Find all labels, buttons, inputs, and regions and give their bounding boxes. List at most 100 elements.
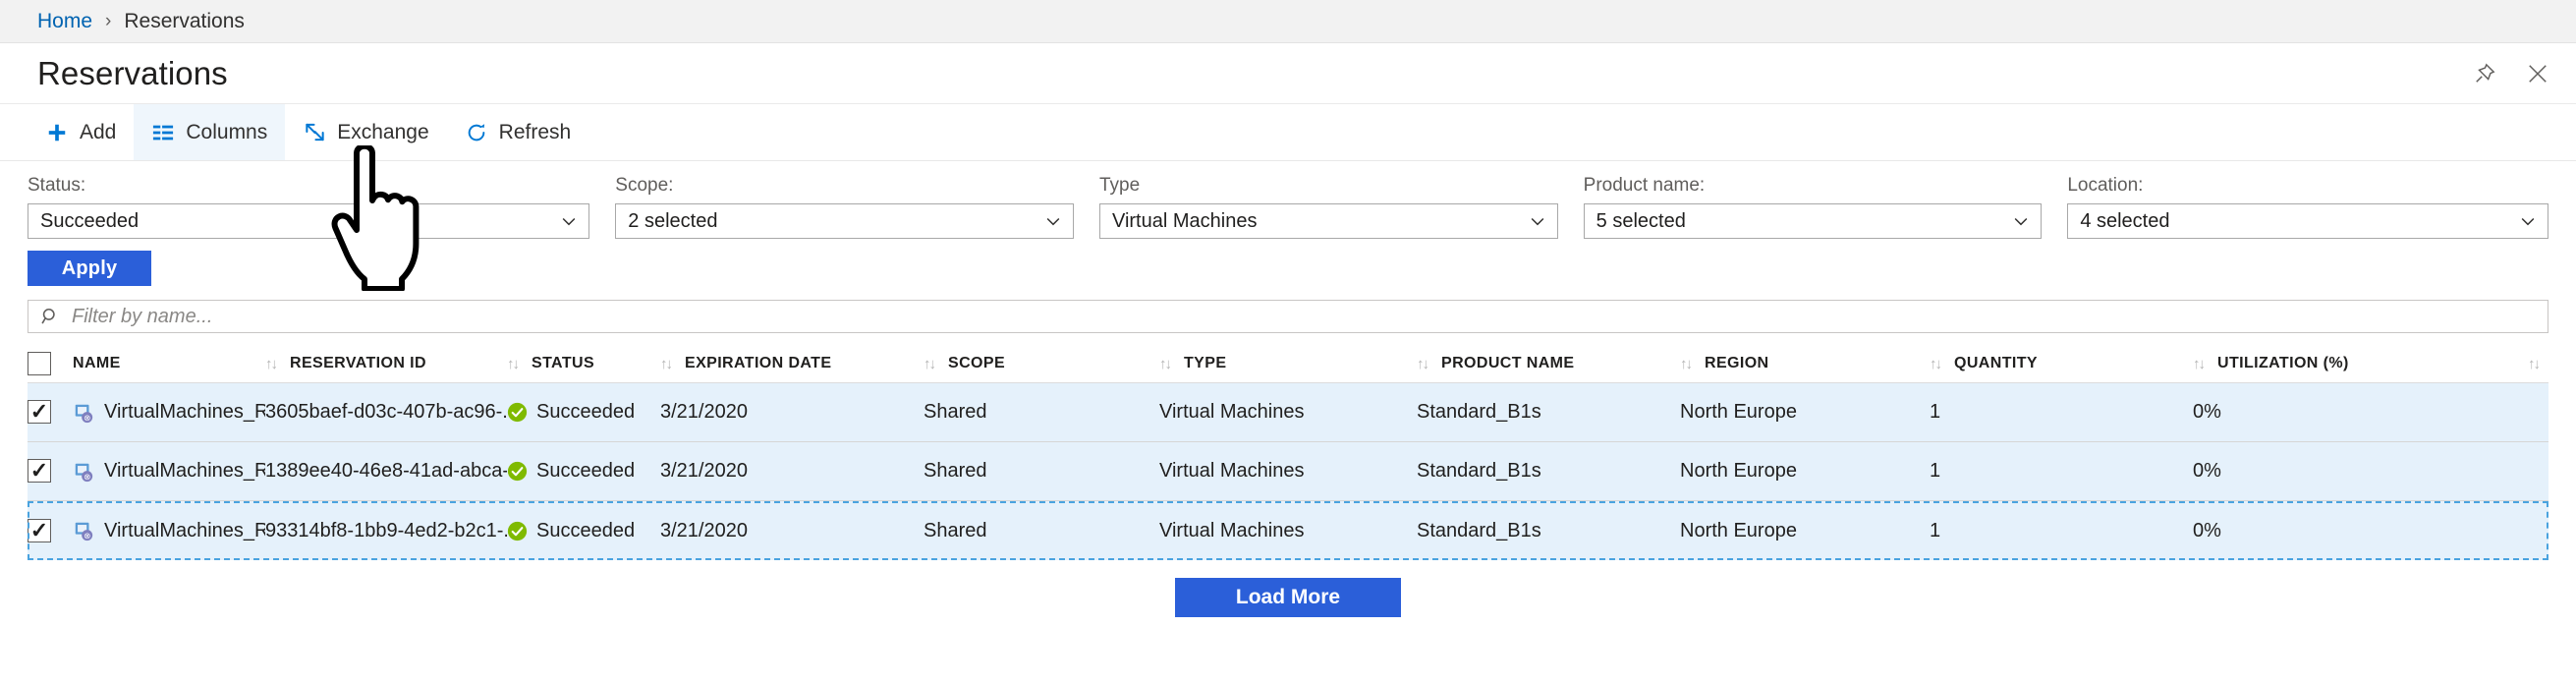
svg-text:⊗: ⊗ — [84, 472, 90, 481]
cell-expiration-date: 3/21/2020 — [660, 460, 748, 482]
chevron-down-icon — [2011, 211, 2031, 231]
cell-region: North Europe — [1680, 519, 1797, 542]
table-row[interactable]: ✓ ⊗ VirtualMachines_Reserv... 3605baef-d… — [28, 383, 2548, 442]
select-all-checkbox[interactable] — [28, 352, 51, 375]
status-badge: Succeeded — [536, 460, 636, 482]
chevron-down-icon — [1528, 211, 1547, 231]
cell-product-name: Standard_B1s — [1417, 460, 1541, 482]
columns-button-label: Columns — [186, 120, 268, 143]
sort-icon[interactable]: ↑↓ — [1159, 356, 1172, 372]
search-input[interactable] — [70, 304, 2536, 329]
search-row — [0, 286, 2576, 333]
plus-icon — [45, 121, 69, 144]
column-header-type[interactable]: ↑↓ TYPE — [1159, 355, 1417, 372]
cell-utilization: 0% — [2193, 460, 2221, 482]
filter-type-value: Virtual Machines — [1111, 209, 1258, 232]
chevron-down-icon — [1043, 211, 1063, 231]
sort-icon[interactable]: ↑↓ — [1930, 356, 1942, 372]
reservation-icon: ⊗ — [73, 520, 94, 542]
row-checkbox[interactable]: ✓ — [28, 518, 51, 542]
cell-type: Virtual Machines — [1159, 519, 1305, 542]
filter-status-select[interactable]: Succeeded — [28, 203, 590, 239]
refresh-button-label: Refresh — [498, 120, 572, 143]
row-select-cell: ✓ — [28, 518, 73, 543]
filter-product-name: Product name: 5 selected — [1583, 175, 2068, 239]
exchange-button[interactable]: Exchange — [285, 104, 446, 160]
table-header-row: NAME ↑↓ RESERVATION ID ↑↓ STATUS ↑↓ EXPI… — [28, 345, 2548, 383]
close-icon[interactable] — [2525, 61, 2550, 86]
refresh-button[interactable]: Refresh — [447, 104, 589, 160]
column-header-reservation-id[interactable]: ↑↓ RESERVATION ID — [265, 355, 507, 372]
cell-expiration-date: 3/21/2020 — [660, 401, 748, 423]
filter-by-name-box[interactable] — [28, 300, 2548, 333]
column-header-product-name[interactable]: ↑↓ PRODUCT NAME — [1417, 355, 1680, 372]
filter-status: Status: Succeeded — [28, 175, 615, 239]
column-header-region[interactable]: ↑↓ REGION — [1680, 355, 1930, 372]
row-checkbox[interactable]: ✓ — [28, 459, 51, 483]
reservation-icon: ⊗ — [73, 461, 94, 483]
row-select-cell: ✓ — [28, 400, 73, 425]
table-row[interactable]: ✓ ⊗ VirtualMachines_Reserv... 93314bf8-1… — [28, 501, 2548, 560]
filter-location-select[interactable]: 4 selected — [2067, 203, 2549, 239]
table-row[interactable]: ✓ ⊗ VirtualMachines_Reserv... 1389ee40-4… — [28, 442, 2548, 501]
column-header-utilization[interactable]: ↑↓ UTILIZATION (%) ↑↓ — [2193, 355, 2548, 372]
column-header-quantity[interactable]: ↑↓ QUANTITY — [1930, 355, 2193, 372]
filter-location: Location: 4 selected — [2067, 175, 2549, 239]
cell-utilization: 0% — [2193, 401, 2221, 423]
success-check-icon — [507, 402, 528, 423]
column-header-scope-label: SCOPE — [948, 355, 1006, 371]
breadcrumb-home-link[interactable]: Home — [37, 10, 92, 33]
chevron-down-icon — [2518, 211, 2538, 231]
column-header-status[interactable]: ↑↓ STATUS — [507, 355, 660, 372]
column-header-expiration-date[interactable]: ↑↓ EXPIRATION DATE — [660, 355, 924, 372]
column-header-expiration-date-label: EXPIRATION DATE — [685, 355, 832, 371]
column-header-region-label: REGION — [1705, 355, 1769, 371]
checkmark-icon: ✓ — [29, 400, 49, 424]
cell-product-name: Standard_B1s — [1417, 519, 1541, 542]
sort-icon[interactable]: ↑↓ — [507, 356, 520, 372]
sort-icon[interactable]: ↑↓ — [1417, 356, 1429, 372]
page-title: Reservations — [37, 54, 228, 91]
row-checkbox[interactable]: ✓ — [28, 400, 51, 424]
breadcrumb-separator-icon: › — [105, 10, 112, 31]
page-header-actions — [2472, 61, 2550, 86]
column-header-status-label: STATUS — [532, 355, 595, 371]
filter-scope-value: 2 selected — [628, 209, 718, 232]
filter-location-label: Location: — [2067, 175, 2144, 196]
refresh-icon — [465, 121, 488, 144]
cell-expiration-date: 3/21/2020 — [660, 519, 748, 542]
sort-icon[interactable]: ↑↓ — [2528, 356, 2541, 372]
cell-name-text: VirtualMachines_Reserv... — [104, 401, 265, 423]
filter-product-name-select[interactable]: 5 selected — [1583, 203, 2043, 239]
checkmark-icon: ✓ — [29, 518, 49, 542]
sort-icon[interactable]: ↑↓ — [660, 356, 673, 372]
sort-icon[interactable]: ↑↓ — [1680, 356, 1693, 372]
pin-icon[interactable] — [2472, 61, 2497, 86]
apply-button[interactable]: Apply — [28, 251, 151, 286]
row-select-cell: ✓ — [28, 459, 73, 484]
column-header-type-label: TYPE — [1184, 355, 1227, 371]
filter-product-name-value: 5 selected — [1596, 209, 1686, 232]
add-button-label: Add — [80, 120, 117, 143]
load-more-button[interactable]: Load More — [1175, 578, 1401, 617]
sort-icon[interactable]: ↑↓ — [924, 356, 936, 372]
add-button[interactable]: Add — [28, 104, 134, 160]
filter-type-select[interactable]: Virtual Machines — [1098, 203, 1558, 239]
sort-icon[interactable]: ↑↓ — [2193, 356, 2206, 372]
column-header-name[interactable]: NAME — [73, 355, 265, 372]
cell-status: Succeeded — [507, 520, 660, 542]
columns-button[interactable]: Columns — [134, 104, 286, 160]
chevron-down-icon — [559, 211, 579, 231]
column-header-scope[interactable]: ↑↓ SCOPE — [924, 355, 1159, 372]
filter-scope-select[interactable]: 2 selected — [615, 203, 1074, 239]
cell-scope: Shared — [924, 519, 987, 542]
cell-utilization: 0% — [2193, 519, 2221, 542]
filter-type-label: Type — [1098, 175, 1141, 196]
cell-product-name: Standard_B1s — [1417, 401, 1541, 423]
cell-scope: Shared — [924, 401, 987, 423]
sort-icon[interactable]: ↑↓ — [265, 356, 278, 372]
cell-name-text: VirtualMachines_Reserv... — [104, 460, 265, 482]
cell-reservation-id: 3605baef-d03c-407b-ac96-... — [265, 401, 507, 423]
cell-name: ⊗ VirtualMachines_Reserv... — [73, 520, 265, 542]
breadcrumb-current: Reservations — [124, 9, 245, 32]
